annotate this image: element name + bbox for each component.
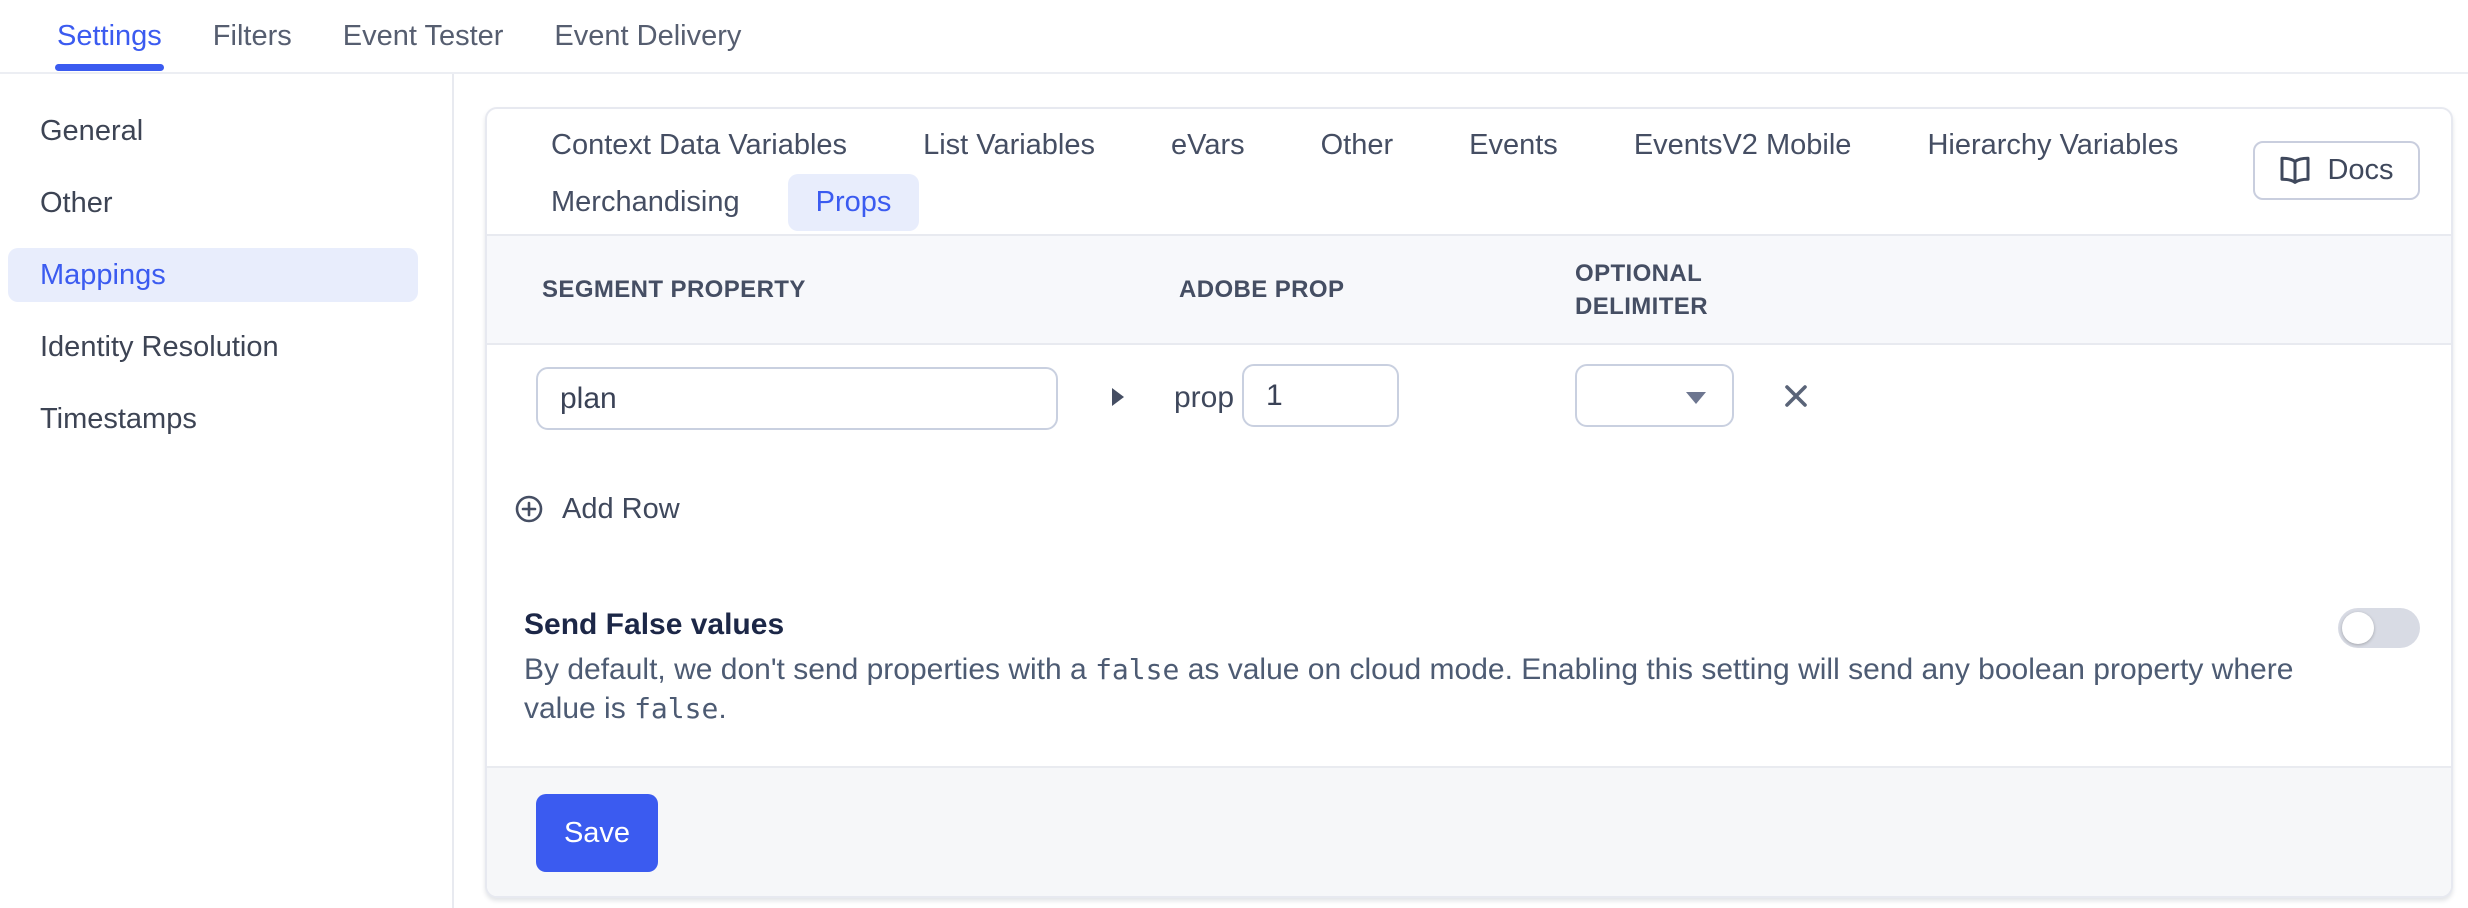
- optional-delimiter-select[interactable]: [1575, 364, 1734, 427]
- sidebar-item-identity-resolution[interactable]: Identity Resolution: [0, 320, 452, 374]
- adobe-prop-prefix-label: prop: [1174, 345, 1234, 450]
- column-header-optional-delimiter: OPTIONAL DELIMITER: [1575, 236, 1760, 343]
- sidebar-item-identity-resolution-label: Identity Resolution: [40, 331, 279, 364]
- variable-tabs-bar: Context Data Variables List Variables eV…: [487, 109, 2451, 234]
- segment-property-input[interactable]: [536, 367, 1058, 430]
- mapping-table-row: prop: [487, 345, 2451, 462]
- sidebar-item-general[interactable]: General: [0, 104, 452, 158]
- card-footer: Save: [487, 766, 2451, 896]
- open-book-icon: [2279, 156, 2311, 186]
- nav-tab-event-tester-label: Event Tester: [343, 20, 504, 53]
- description-part-1: By default, we don't send properties wit…: [524, 653, 1095, 686]
- send-false-toggle[interactable]: [2338, 608, 2420, 648]
- add-row-button[interactable]: Add Row: [515, 495, 2451, 523]
- page: Settings Filters Event Tester Event Deli…: [0, 0, 2468, 908]
- tab-props[interactable]: Props: [788, 174, 920, 231]
- nav-tab-event-delivery-label: Event Delivery: [554, 20, 741, 53]
- tab-merchandising[interactable]: Merchandising: [523, 174, 768, 231]
- send-false-values-description: By default, we don't send properties wit…: [524, 650, 2298, 728]
- plus-circle-icon: [515, 495, 543, 523]
- variable-tabs-row-2: Merchandising Props: [523, 174, 2231, 231]
- tab-other[interactable]: Other: [1293, 117, 1422, 174]
- top-nav: Settings Filters Event Tester Event Deli…: [0, 0, 2468, 74]
- nav-tab-filters[interactable]: Filters: [213, 0, 292, 72]
- send-false-values-text: Send False values By default, we don't s…: [524, 606, 2298, 728]
- tab-eventsv2-mobile[interactable]: EventsV2 Mobile: [1606, 117, 1880, 174]
- sidebar-item-timestamps-label: Timestamps: [40, 403, 197, 436]
- tab-events[interactable]: Events: [1441, 117, 1586, 174]
- toggle-knob: [2342, 612, 2374, 644]
- description-part-3: .: [718, 692, 726, 725]
- tab-hierarchy-variables[interactable]: Hierarchy Variables: [1899, 117, 2206, 174]
- settings-sidebar: General Other Mappings Identity Resoluti…: [0, 74, 454, 908]
- adobe-prop-number-input[interactable]: [1242, 364, 1399, 427]
- nav-tab-filters-label: Filters: [213, 20, 292, 53]
- save-button[interactable]: Save: [536, 794, 658, 872]
- chevron-down-icon: [1686, 392, 1706, 404]
- tab-context-data-variables[interactable]: Context Data Variables: [523, 117, 875, 174]
- false-code-2: false: [634, 692, 718, 725]
- active-tab-underline: [55, 64, 164, 71]
- sidebar-item-timestamps[interactable]: Timestamps: [0, 392, 452, 446]
- variable-tabs-row-1: Context Data Variables List Variables eV…: [523, 117, 2231, 174]
- column-header-segment-property: SEGMENT PROPERTY: [542, 236, 806, 343]
- nav-tab-settings-label: Settings: [57, 20, 162, 53]
- sidebar-item-general-label: General: [40, 115, 143, 148]
- tab-list-variables[interactable]: List Variables: [895, 117, 1123, 174]
- sidebar-item-other[interactable]: Other: [0, 176, 452, 230]
- send-false-values-title: Send False values: [524, 606, 2298, 644]
- mappings-card: Context Data Variables List Variables eV…: [485, 107, 2453, 898]
- mapping-table-header: SEGMENT PROPERTY ADOBE PROP OPTIONAL DEL…: [487, 234, 2451, 345]
- add-row-label: Add Row: [562, 493, 680, 526]
- sidebar-item-mappings-label: Mappings: [40, 259, 166, 292]
- send-false-values-section: Send False values By default, we don't s…: [524, 606, 2420, 728]
- nav-tab-event-delivery[interactable]: Event Delivery: [554, 0, 741, 72]
- sidebar-item-mappings[interactable]: Mappings: [8, 248, 418, 302]
- column-header-adobe-prop: ADOBE PROP: [1179, 236, 1344, 343]
- nav-tab-event-tester[interactable]: Event Tester: [343, 0, 504, 72]
- false-code-1: false: [1095, 653, 1179, 686]
- nav-tab-settings[interactable]: Settings: [57, 0, 162, 72]
- docs-button-label: Docs: [2327, 154, 2393, 187]
- sidebar-item-other-label: Other: [40, 187, 113, 220]
- maps-to-arrow-icon: [1112, 388, 1124, 406]
- tab-evars[interactable]: eVars: [1143, 117, 1273, 174]
- docs-button[interactable]: Docs: [2253, 141, 2420, 200]
- remove-row-icon[interactable]: [1783, 383, 1809, 409]
